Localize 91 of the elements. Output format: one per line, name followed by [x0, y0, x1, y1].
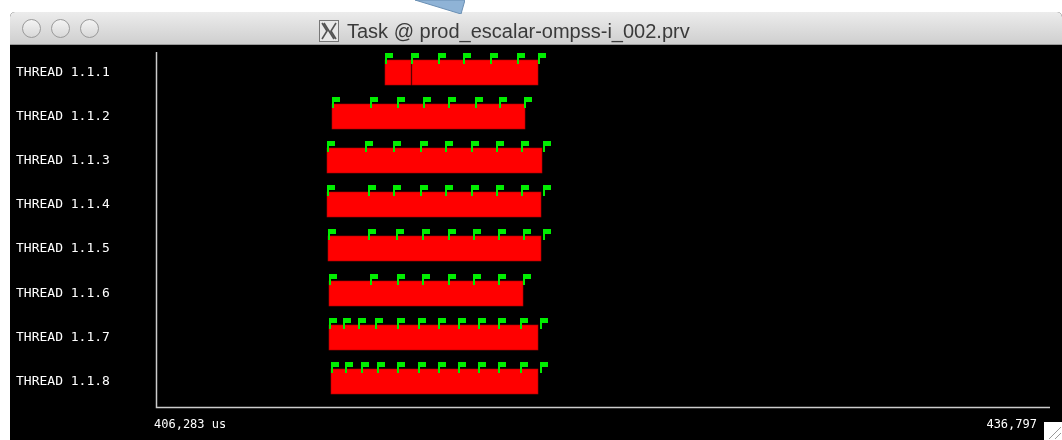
flag-icon: [365, 141, 373, 152]
flag-icon: [368, 185, 376, 196]
flag-icon: [327, 141, 335, 152]
flag-icon: [377, 362, 385, 373]
flag-icon: [368, 229, 376, 240]
thread-label: THREAD 1.1.3: [16, 152, 110, 168]
thread-label: THREAD 1.1.2: [16, 108, 110, 124]
x11-icon: [319, 20, 339, 42]
flag-icon: [370, 97, 378, 108]
flag-icon: [520, 362, 528, 373]
flag-icon: [438, 53, 446, 64]
flag-icon: [523, 229, 531, 240]
flag-icon: [478, 362, 486, 373]
thread-label: THREAD 1.1.7: [16, 329, 110, 345]
callout-pointer: [415, 0, 465, 14]
flag-icon: [397, 274, 405, 285]
flag-icon: [463, 53, 471, 64]
minimize-button[interactable]: [51, 18, 70, 38]
flag-icon: [358, 318, 366, 329]
thread-label: THREAD 1.1.1: [16, 64, 110, 80]
flag-icon: [420, 185, 428, 196]
flag-icon: [498, 318, 506, 329]
flag-icon: [420, 141, 428, 152]
flag-icon: [370, 274, 378, 285]
flag-icon: [331, 362, 339, 373]
flag-icon: [496, 141, 504, 152]
flag-icon: [458, 362, 466, 373]
flag-icon: [343, 318, 351, 329]
flag-icon: [543, 141, 551, 152]
flag-icon: [473, 229, 481, 240]
flag-icon: [458, 318, 466, 329]
flag-icon: [448, 97, 456, 108]
window-title: Task @ prod_escalar-ompss-i_002.prv: [347, 19, 690, 45]
thread-label: THREAD 1.1.5: [16, 240, 110, 256]
flag-icon: [521, 141, 529, 152]
flag-icon: [329, 318, 337, 329]
flag-icon: [543, 229, 551, 240]
flag-icon: [473, 274, 481, 285]
flag-icon: [393, 141, 401, 152]
flag-icon: [448, 274, 456, 285]
flag-icon: [332, 97, 340, 108]
flag-icon: [475, 97, 483, 108]
flag-icon: [397, 318, 405, 329]
flag-icon: [445, 141, 453, 152]
thread-label: THREAD 1.1.4: [16, 196, 110, 212]
flag-icon: [540, 318, 548, 329]
zoom-button[interactable]: [80, 18, 99, 38]
flag-icon: [345, 362, 353, 373]
flag-icon: [471, 141, 479, 152]
flag-icon: [543, 185, 551, 196]
flag-icon: [418, 362, 426, 373]
flag-icon: [423, 97, 431, 108]
flag-icon: [517, 53, 525, 64]
flag-icon: [397, 362, 405, 373]
flag-icon: [471, 185, 479, 196]
flag-icon: [448, 229, 456, 240]
flag-icon: [478, 318, 486, 329]
thread-label: THREAD 1.1.6: [16, 285, 110, 301]
flag-icon: [524, 97, 532, 108]
flag-icon: [328, 229, 336, 240]
flag-icon: [329, 274, 337, 285]
flag-icon: [498, 229, 506, 240]
flag-icon: [418, 318, 426, 329]
flag-icon: [327, 185, 335, 196]
flag-icon: [498, 362, 506, 373]
flag-icon: [520, 318, 528, 329]
flag-icon: [438, 362, 446, 373]
flag-icon: [422, 274, 430, 285]
flag-icon: [540, 362, 548, 373]
flag-icon: [490, 53, 498, 64]
thread-label: THREAD 1.1.8: [16, 373, 110, 389]
flag-icon: [496, 185, 504, 196]
flag-icon: [396, 229, 404, 240]
flag-icon: [385, 53, 393, 64]
flag-icon: [438, 318, 446, 329]
flag-icon: [393, 185, 401, 196]
flag-icon: [397, 97, 405, 108]
flag-icon: [538, 53, 546, 64]
close-button[interactable]: [22, 18, 41, 38]
flag-icon: [521, 185, 529, 196]
flag-icon: [422, 229, 430, 240]
flag-icon: [411, 53, 419, 64]
flag-icon: [445, 185, 453, 196]
end-time-label: 436,797: [986, 416, 1037, 433]
flag-icon: [498, 274, 506, 285]
resize-grip-icon: [1044, 422, 1062, 440]
flag-icon: [523, 274, 531, 285]
flag-icon: [499, 97, 507, 108]
start-time-label: 406,283 us: [154, 416, 227, 433]
flag-icon: [375, 318, 383, 329]
flag-icon: [361, 362, 369, 373]
